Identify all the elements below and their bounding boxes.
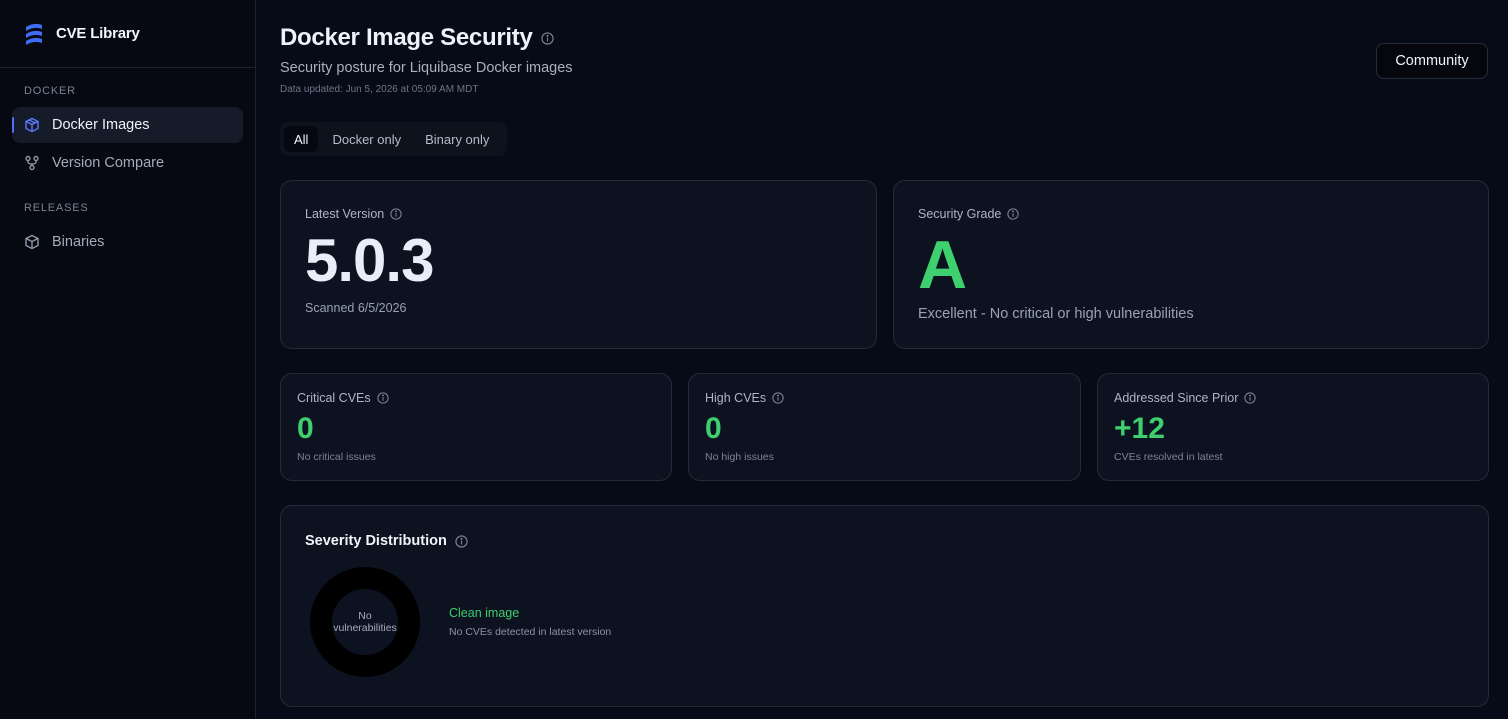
info-icon[interactable] (455, 534, 468, 548)
severity-distribution-title: Severity Distribution (305, 533, 468, 549)
card-label-text: Latest Version (305, 207, 385, 221)
clean-image-status: Clean image (449, 606, 520, 620)
source-filter: All Docker only Binary only (280, 122, 508, 156)
clean-image-note: No CVEs detected in latest version (449, 626, 612, 638)
sidebar-item-label: Binaries (52, 234, 105, 250)
security-grade-label: Security Grade (918, 207, 1020, 221)
card-label-text: High CVEs (705, 391, 767, 405)
card-label-text: Addressed Since Prior (1114, 391, 1239, 405)
critical-cves-note: No critical issues (297, 451, 376, 463)
latest-version-value: 5.0.3 (305, 227, 434, 294)
donut-line-2: vulnerabilities (333, 622, 397, 634)
package-icon (25, 234, 39, 250)
high-cves-note: No high issues (705, 451, 774, 463)
info-icon[interactable] (540, 31, 554, 45)
data-updated-timestamp: Data updated: Jun 5, 2026 at 05:09 AM MD… (280, 84, 479, 95)
severity-donut-chart: No vulnerabilities (310, 567, 420, 677)
main-content: Docker Image Security Security posture f… (256, 0, 1508, 719)
severity-distribution-card: Severity Distribution No vulnerabilities… (280, 505, 1489, 707)
card-label-text: Critical CVEs (297, 391, 371, 405)
high-cves-value: 0 (705, 412, 722, 445)
security-grade-description: Excellent - No critical or high vulnerab… (918, 306, 1194, 322)
high-cves-card: High CVEs 0 No high issues (688, 373, 1081, 481)
sidebar-item-label: Version Compare (52, 155, 165, 171)
critical-cves-card: Critical CVEs 0 No critical issues (280, 373, 672, 481)
sidebar-section-docker: DOCKER (24, 85, 76, 97)
stat-label: Critical CVEs (297, 391, 389, 405)
info-icon[interactable] (1244, 392, 1257, 404)
community-button[interactable]: Community (1376, 43, 1488, 79)
scanned-date: Scanned 6/5/2026 (305, 301, 407, 315)
filter-docker-only[interactable]: Docker only (322, 126, 411, 152)
donut-line-1: No (358, 610, 372, 622)
section-heading-text: Severity Distribution (305, 533, 447, 549)
info-icon[interactable] (390, 208, 402, 220)
page-subtitle: Security posture for Liquibase Docker im… (280, 60, 573, 76)
active-indicator (12, 117, 14, 133)
git-branch-icon (25, 155, 39, 171)
sidebar-item-docker-images[interactable]: Docker Images (12, 107, 243, 143)
page-title-text: Docker Image Security (280, 24, 533, 51)
addressed-since-prior-card: Addressed Since Prior +12 CVEs resolved … (1097, 373, 1489, 481)
filter-binary-only[interactable]: Binary only (415, 126, 499, 152)
sidebar: CVE Library DOCKER Docker Images Version… (0, 0, 256, 719)
info-icon[interactable] (376, 392, 389, 404)
critical-cves-value: 0 (297, 412, 314, 445)
addressed-note: CVEs resolved in latest (1114, 451, 1223, 463)
info-icon[interactable] (1007, 208, 1020, 220)
latest-version-card: Latest Version 5.0.3 Scanned 6/5/2026 (280, 180, 877, 349)
security-grade-card: Security Grade A Excellent - No critical… (893, 180, 1489, 349)
sidebar-item-label: Docker Images (52, 117, 150, 133)
cube-icon (25, 117, 39, 133)
card-label-text: Security Grade (918, 207, 1002, 221)
sidebar-item-version-compare[interactable]: Version Compare (12, 145, 243, 181)
sidebar-item-binaries[interactable]: Binaries (12, 224, 243, 260)
brand-name: CVE Library (56, 25, 140, 42)
security-grade-value: A (918, 227, 968, 303)
stat-label: High CVEs (705, 391, 784, 405)
donut-center-text: No vulnerabilities (310, 567, 420, 677)
brand[interactable]: CVE Library (0, 0, 255, 68)
sidebar-section-releases: RELEASES (24, 202, 89, 214)
page-title: Docker Image Security (280, 24, 554, 52)
filter-all[interactable]: All (284, 126, 319, 152)
database-icon (26, 23, 42, 45)
info-icon[interactable] (772, 392, 784, 404)
latest-version-label: Latest Version (305, 207, 402, 221)
addressed-value: +12 (1114, 412, 1165, 445)
stat-label: Addressed Since Prior (1114, 391, 1257, 405)
